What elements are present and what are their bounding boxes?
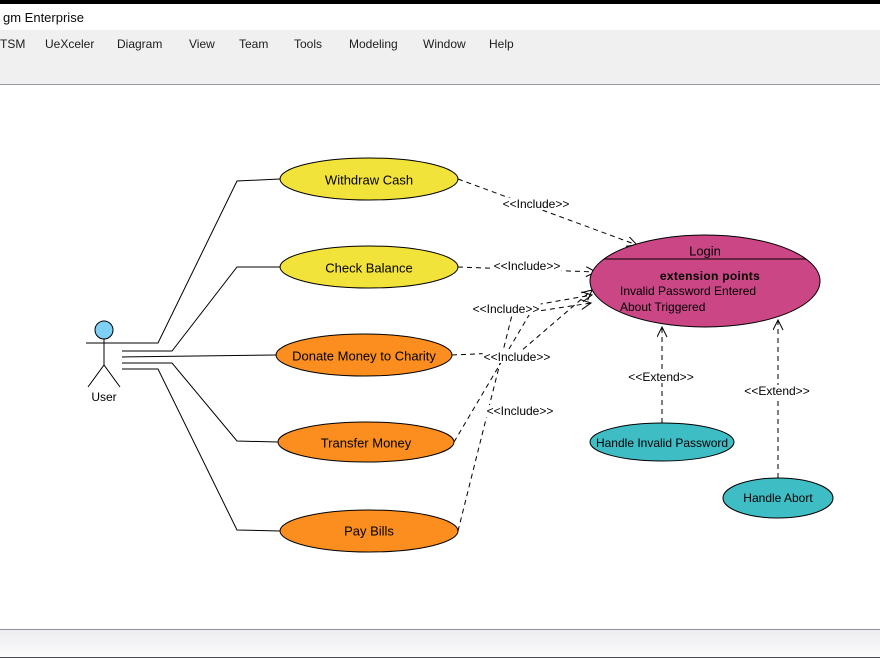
include-donate xyxy=(452,290,592,355)
include-withdraw xyxy=(458,179,637,245)
usecase-label-donate-money[interactable]: Donate Money to Charity xyxy=(292,350,436,363)
assoc-check-balance xyxy=(122,267,280,351)
association-lines[interactable] xyxy=(122,179,280,531)
usecase-label-handle-abort[interactable]: Handle Abort xyxy=(743,492,812,504)
use-case-diagram xyxy=(0,0,880,658)
actor-user[interactable] xyxy=(86,321,122,387)
include-label-paybills[interactable]: <<Include>> xyxy=(486,405,555,417)
include-label-transfer[interactable]: <<Include>> xyxy=(483,351,552,363)
include-label-donate[interactable]: <<Include>> xyxy=(472,303,541,315)
usecase-label-withdraw-cash[interactable]: Withdraw Cash xyxy=(325,174,413,187)
assoc-pay-bills xyxy=(122,369,280,531)
assoc-transfer-money xyxy=(122,363,278,442)
include-label-withdraw[interactable]: <<Include>> xyxy=(502,198,571,210)
assoc-donate-money xyxy=(122,355,276,357)
actor-label-user[interactable]: User xyxy=(91,391,116,403)
extend-label-invalid-password[interactable]: <<Extend>> xyxy=(627,371,694,383)
login-title[interactable]: Login xyxy=(689,245,721,258)
include-transfer xyxy=(454,295,592,442)
login-extension-point-2: About Triggered xyxy=(620,301,705,313)
usecase-label-handle-invalid-password[interactable]: Handle Invalid Password xyxy=(596,437,728,449)
include-label-check[interactable]: <<Include>> xyxy=(493,260,562,272)
login-extension-points-header: extension points xyxy=(660,270,760,282)
usecase-label-check-balance[interactable]: Check Balance xyxy=(325,262,412,275)
login-extension-point-1: Invalid Password Entered xyxy=(620,285,756,297)
usecase-label-transfer-money[interactable]: Transfer Money xyxy=(321,437,412,450)
usecase-label-pay-bills[interactable]: Pay Bills xyxy=(344,525,394,538)
actor-head xyxy=(95,321,113,339)
extend-label-abort[interactable]: <<Extend>> xyxy=(743,385,810,397)
status-bar xyxy=(0,629,880,657)
assoc-withdraw-cash xyxy=(122,179,280,343)
